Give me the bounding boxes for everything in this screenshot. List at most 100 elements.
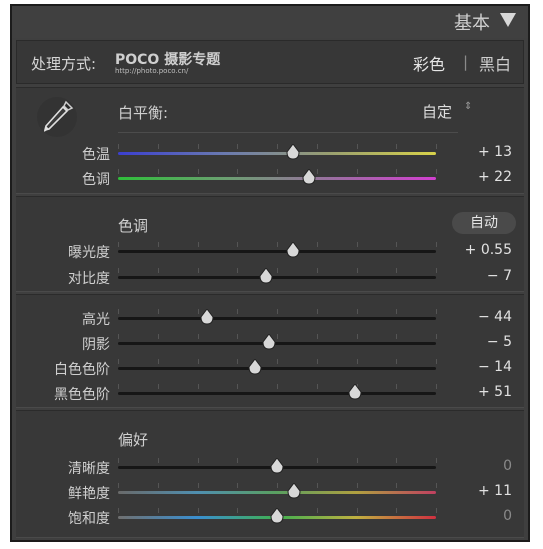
tick-mark <box>237 169 239 174</box>
tick-mark <box>436 309 437 314</box>
tick-mark <box>396 384 398 389</box>
tick-mark <box>436 483 437 488</box>
slider-track[interactable] <box>118 367 436 370</box>
tick-mark <box>197 458 199 463</box>
slider-ticks <box>118 144 437 149</box>
tick-mark <box>396 359 398 364</box>
slider-label: 黑色色阶 <box>54 387 110 403</box>
slider-track[interactable] <box>118 342 436 345</box>
slider-value[interactable]: + 0.55 <box>465 242 512 258</box>
slider-value[interactable]: + 51 <box>478 384 512 400</box>
tick-mark <box>237 268 239 273</box>
slider-track[interactable] <box>118 392 436 395</box>
tick-mark <box>118 309 119 314</box>
tick-mark <box>277 268 278 273</box>
slider-track[interactable] <box>118 152 436 155</box>
tick-mark <box>436 169 437 174</box>
tick-mark <box>316 242 318 247</box>
tick-mark <box>356 334 358 339</box>
slider-thumb[interactable] <box>248 358 262 375</box>
tick-mark <box>316 144 318 149</box>
tone-title: 色调 <box>118 217 149 235</box>
tick-mark <box>157 144 159 149</box>
treatment-separator: | <box>463 53 469 71</box>
slider-track[interactable] <box>118 317 436 320</box>
slider-thumb[interactable] <box>348 383 362 400</box>
tick-mark <box>118 242 119 247</box>
slider-ticks <box>118 242 437 247</box>
slider-value[interactable]: 0 <box>503 458 512 474</box>
treatment-label: 处理方式: <box>31 55 97 73</box>
slider-thumb[interactable] <box>286 143 300 160</box>
treatment-color-option[interactable]: 彩色 <box>413 51 445 75</box>
slider-value[interactable]: 0 <box>503 508 512 524</box>
panel-header[interactable]: 基本 <box>12 6 528 38</box>
slider-thumb[interactable] <box>270 457 284 474</box>
tick-mark <box>277 483 278 488</box>
slider-label: 清晰度 <box>68 461 110 477</box>
tick-mark <box>356 268 358 273</box>
tick-mark <box>197 483 199 488</box>
slider-label: 对比度 <box>68 271 110 287</box>
tick-mark <box>277 242 278 247</box>
treatment-bw-option[interactable]: 黑白 <box>479 51 511 75</box>
slider-label: 高光 <box>82 312 110 328</box>
tick-mark <box>118 384 119 389</box>
slider-thumb[interactable] <box>302 168 316 185</box>
tick-mark <box>356 309 358 314</box>
tick-mark <box>118 334 119 339</box>
slider-row: 阴影 − 5 <box>16 331 524 355</box>
treatment-section: 处理方式: POCO 摄影专题 http://photo.poco.cn/ 彩色… <box>16 40 524 84</box>
slider-track[interactable] <box>118 250 436 253</box>
slider-track[interactable] <box>118 491 436 494</box>
tick-mark <box>157 268 159 273</box>
tick-mark <box>396 458 398 463</box>
logo-text: POCO 摄影专题 <box>115 52 221 68</box>
tick-mark <box>356 359 358 364</box>
slider-thumb[interactable] <box>259 267 273 284</box>
tick-mark <box>436 334 437 339</box>
slider-track[interactable] <box>118 177 436 180</box>
tick-mark <box>396 268 398 273</box>
auto-button[interactable]: 自动 <box>452 212 516 234</box>
tick-mark <box>396 309 398 314</box>
tick-mark <box>356 508 358 513</box>
updown-arrows-icon[interactable]: ⇕ <box>464 102 472 112</box>
collapse-triangle-icon[interactable] <box>500 13 516 27</box>
slider-thumb[interactable] <box>270 507 284 524</box>
tick-mark <box>237 384 239 389</box>
slider-thumb[interactable] <box>286 241 300 258</box>
tick-mark <box>157 384 159 389</box>
white-balance-select[interactable]: 自定 <box>422 101 452 122</box>
eyedropper-icon[interactable] <box>36 96 78 138</box>
slider-track[interactable] <box>118 276 436 279</box>
slider-row: 曝光度 + 0.55 <box>16 239 524 263</box>
slider-value[interactable]: + 22 <box>478 169 512 185</box>
slider-value[interactable]: + 13 <box>478 144 512 160</box>
slider-row: 色温 + 13 <box>16 141 524 165</box>
slider-thumb[interactable] <box>262 333 276 350</box>
slider-row: 黑色色阶 + 51 <box>16 381 524 405</box>
slider-value[interactable]: − 5 <box>487 334 512 350</box>
slider-thumb[interactable] <box>287 482 301 499</box>
slider-value[interactable]: − 14 <box>478 359 512 375</box>
slider-ticks <box>118 309 437 314</box>
white-balance-label: 白平衡: <box>118 104 169 122</box>
slider-value[interactable]: + 11 <box>478 483 512 499</box>
slider-label: 色调 <box>82 172 110 188</box>
slider-label: 饱和度 <box>68 511 110 527</box>
basic-panel: 基本 处理方式: POCO 摄影专题 http://photo.poco.cn/… <box>10 4 530 542</box>
slider-row: 对比度 − 7 <box>16 265 524 289</box>
tick-mark <box>316 309 318 314</box>
tick-mark <box>436 458 437 463</box>
slider-value[interactable]: − 44 <box>478 309 512 325</box>
slider-thumb[interactable] <box>200 308 214 325</box>
tick-mark <box>277 384 278 389</box>
tick-mark <box>237 334 239 339</box>
slider-row: 高光 − 44 <box>16 306 524 330</box>
slider-value[interactable]: − 7 <box>487 268 512 284</box>
tick-mark <box>157 169 159 174</box>
slider-ticks <box>118 359 437 364</box>
tick-mark <box>356 169 358 174</box>
slider-label: 白色色阶 <box>54 362 110 378</box>
